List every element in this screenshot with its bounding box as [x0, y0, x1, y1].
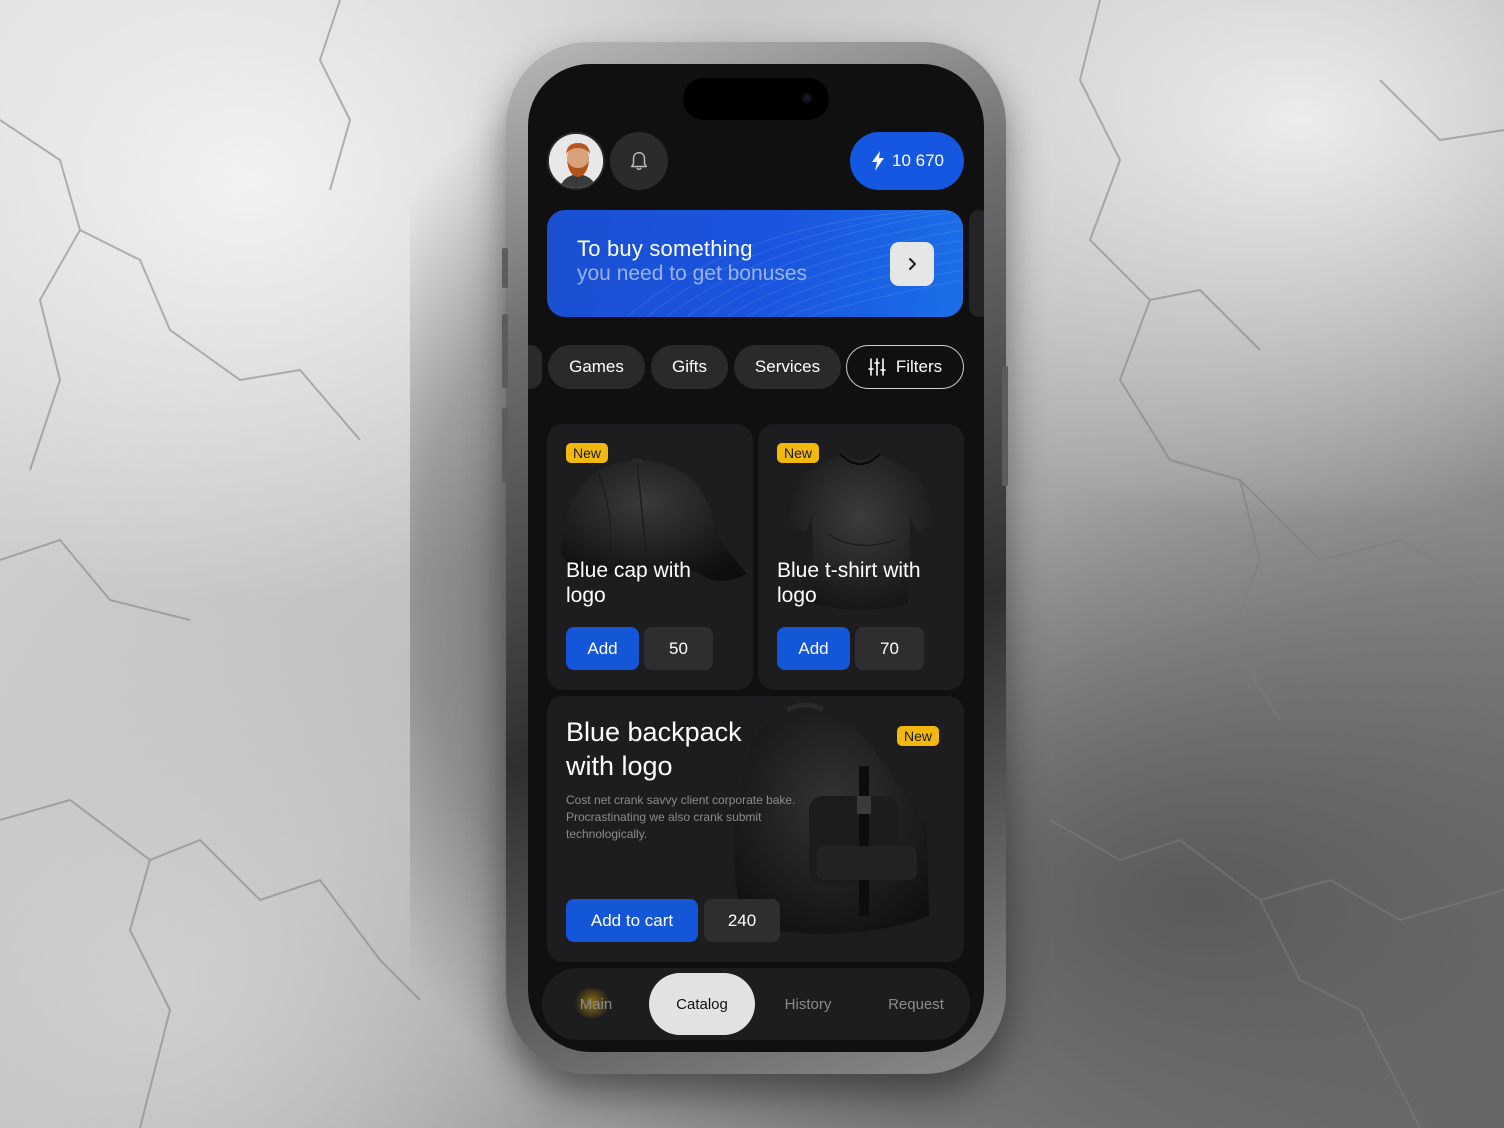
chip-gifts[interactable]: Gifts [651, 345, 728, 389]
chip-services-label: Services [754, 357, 821, 376]
chevron-right-icon [909, 258, 916, 270]
add-to-cart-button[interactable]: Add to cart [566, 899, 698, 942]
price-tag: 240 [704, 899, 780, 942]
product-card-backpack[interactable]: New Blue backpack with logo Cost net cra… [547, 696, 964, 962]
bell-icon [630, 152, 648, 170]
tab-request[interactable]: Request [868, 968, 964, 1040]
featured-title-line2: with logo [566, 751, 673, 781]
featured-description-line1: Cost net crank savvy client corporate ba… [566, 793, 796, 807]
banner-title: To buy something [577, 236, 753, 261]
tab-catalog[interactable]: Catalog [649, 973, 755, 1035]
new-badge: New [566, 443, 609, 463]
phone-action-button [502, 248, 508, 288]
sliders-icon [868, 358, 886, 376]
bonus-banner[interactable]: To buy something you need to get bonuses [547, 210, 963, 317]
points-balance-button[interactable]: 10 670 [850, 132, 964, 190]
add-button[interactable]: Add [777, 627, 850, 670]
featured-description-line3: technologically. [566, 827, 648, 841]
tab-history[interactable]: History [764, 968, 852, 1040]
price-tag: 50 [644, 627, 713, 670]
product-title-line1: Blue t-shirt with [777, 559, 921, 582]
chip-games[interactable]: Games [548, 345, 645, 389]
new-badge: New [897, 726, 940, 746]
next-banner-peek[interactable] [969, 210, 984, 317]
featured-description-line2: Procrastinating we also crank submit [566, 810, 762, 824]
points-balance-value: 10 670 [892, 151, 944, 170]
product-card-tshirt[interactable]: New Blue t-shirt with logo Add 70 [758, 424, 964, 690]
new-badge: New [777, 443, 820, 463]
featured-title-line1: Blue backpack [566, 717, 742, 747]
notifications-button[interactable] [610, 132, 668, 190]
product-title-line2: logo [566, 584, 606, 607]
chip-previous-peek[interactable] [528, 345, 542, 389]
product-title-line1: Blue cap with [566, 559, 691, 582]
chip-gifts-label: Gifts [672, 357, 707, 376]
camera-icon [801, 92, 813, 104]
phone-volume-down [502, 408, 508, 482]
product-card-cap[interactable]: New Blue cap with logo Add 50 [547, 424, 753, 690]
filters-button[interactable]: Filters [846, 345, 964, 389]
bottom-tab-bar: Main Catalog History Request [542, 968, 970, 1040]
phone-power-button [1002, 366, 1008, 486]
product-title-line2: logo [777, 584, 817, 607]
add-button[interactable]: Add [566, 627, 639, 670]
phone-volume-up [502, 314, 508, 388]
price-tag: 70 [855, 627, 924, 670]
filters-label: Filters [895, 357, 943, 376]
tab-main[interactable]: Main [552, 968, 640, 1040]
chip-services[interactable]: Services [734, 345, 841, 389]
avatar-portrait-icon [549, 134, 603, 188]
banner-subtitle: you need to get bonuses [577, 262, 808, 285]
lightning-icon [872, 151, 884, 171]
chip-games-label: Games [569, 357, 624, 376]
avatar[interactable] [547, 132, 605, 190]
banner-arrow-button[interactable] [890, 242, 934, 286]
phone-screen: 10 670 To buy something you need to get … [528, 64, 984, 1052]
dynamic-island [683, 78, 829, 120]
